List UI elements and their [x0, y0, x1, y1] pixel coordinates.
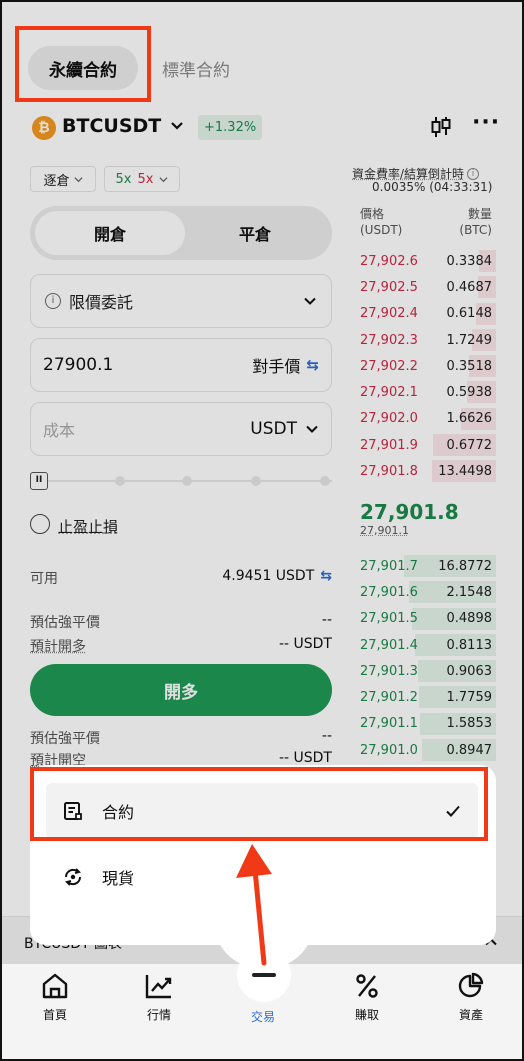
home-icon	[42, 973, 68, 999]
annotation-arrow-icon	[236, 844, 272, 966]
highlight-box-contract	[30, 767, 488, 841]
menu-item-spot-label: 現貨	[102, 869, 135, 888]
app-screen: 永續合約 標準合約 ₿ BTCUSDT +1.32% ··· 逐倉 5x 5x …	[0, 0, 524, 1061]
minus-icon	[252, 973, 276, 977]
tab-assets-label: 資產	[458, 1008, 483, 1022]
pie-chart-icon	[458, 972, 484, 998]
spot-exchange-icon	[64, 868, 82, 886]
tab-trade-label: 交易	[250, 1010, 275, 1024]
tab-market-label: 行情	[146, 1008, 171, 1022]
tab-market[interactable]: 行情	[124, 972, 194, 1023]
tab-home[interactable]: 首頁	[20, 972, 90, 1023]
tab-home-label: 首頁	[42, 1008, 67, 1022]
percent-icon	[356, 974, 378, 998]
tab-earn-label: 賺取	[354, 1008, 379, 1022]
trend-chart-icon	[145, 975, 172, 999]
tab-assets[interactable]: 資產	[436, 972, 506, 1023]
highlight-box-perpetual	[15, 26, 151, 102]
tab-earn[interactable]: 賺取	[332, 972, 402, 1023]
tab-trade[interactable]: 交易	[228, 1008, 298, 1025]
